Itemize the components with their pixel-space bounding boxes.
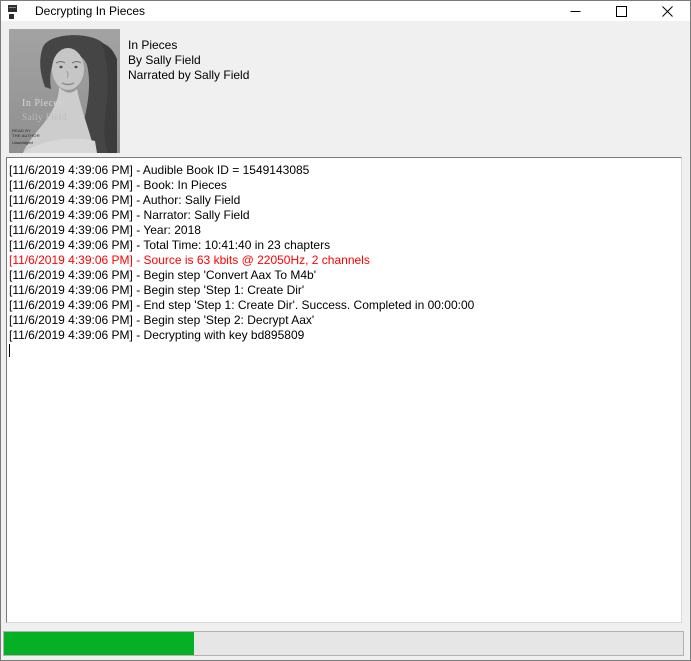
log-line: [11/6/2019 4:39:06 PM] - Total Time: 10:…: [9, 238, 679, 253]
log-line: [11/6/2019 4:39:06 PM] - Author: Sally F…: [9, 193, 679, 208]
book-cover-image: In Pieces Sally Field READ BYTHE AUTHOR …: [9, 29, 120, 153]
app-window: Decrypting In Pieces: [0, 0, 691, 661]
minimize-icon: [570, 6, 581, 17]
progress-bar: [3, 631, 684, 656]
book-narrator: Narrated by Sally Field: [128, 68, 249, 83]
book-author: By Sally Field: [128, 53, 249, 68]
cover-readby-text: READ BYTHE AUTHOR: [12, 128, 40, 138]
log-line: [11/6/2019 4:39:06 PM] - End step 'Step …: [9, 298, 679, 313]
progress-fill: [4, 632, 194, 655]
log-line: [11/6/2019 4:39:06 PM] - Begin step 'Ste…: [9, 313, 679, 328]
cover-author-text: Sally Field: [22, 112, 67, 122]
log-line: [11/6/2019 4:39:06 PM] - Audible Book ID…: [9, 163, 679, 178]
cover-title-text: In Pieces: [22, 98, 63, 109]
log-line: [11/6/2019 4:39:06 PM] - Year: 2018: [9, 223, 679, 238]
cover-edition-text: Unabridged: [12, 140, 33, 145]
text-caret: [9, 344, 10, 357]
log-line: [11/6/2019 4:39:06 PM] - Source is 63 kb…: [9, 253, 679, 268]
minimize-button[interactable]: [552, 1, 598, 21]
titlebar[interactable]: Decrypting In Pieces: [1, 1, 690, 21]
close-button[interactable]: [644, 1, 690, 21]
maximize-icon: [616, 6, 627, 17]
maximize-button[interactable]: [598, 1, 644, 21]
log-textbox[interactable]: [11/6/2019 4:39:06 PM] - Audible Book ID…: [6, 157, 682, 623]
log-line: [11/6/2019 4:39:06 PM] - Begin step 'Ste…: [9, 283, 679, 298]
caption-buttons: [552, 1, 690, 21]
book-title: In Pieces: [128, 38, 249, 53]
app-icon: [8, 3, 24, 19]
log-line: [11/6/2019 4:39:06 PM] - Narrator: Sally…: [9, 208, 679, 223]
log-line: [11/6/2019 4:39:06 PM] - Begin step 'Con…: [9, 268, 679, 283]
book-info: In Pieces By Sally Field Narrated by Sal…: [128, 38, 249, 83]
log-line: [11/6/2019 4:39:06 PM] - Decrypting with…: [9, 328, 679, 343]
window-title: Decrypting In Pieces: [35, 1, 145, 21]
log-line: [11/6/2019 4:39:06 PM] - Book: In Pieces: [9, 178, 679, 193]
close-icon: [662, 6, 673, 17]
